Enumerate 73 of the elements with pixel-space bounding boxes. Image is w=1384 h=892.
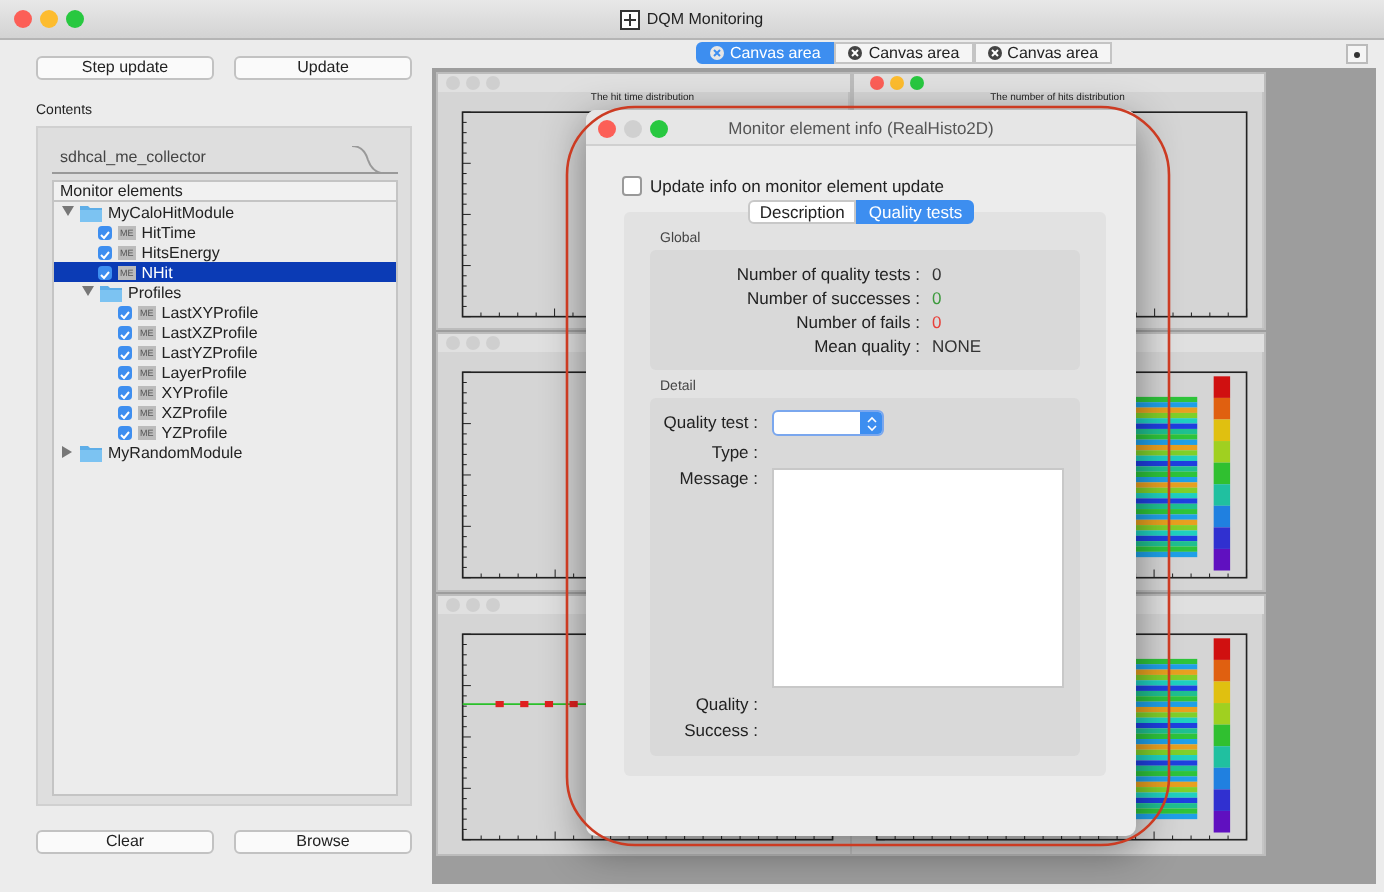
close-button[interactable] [869, 76, 883, 90]
dot-icon [1354, 51, 1360, 57]
tree-item-label: HitTime [141, 223, 197, 243]
checkbox[interactable] [118, 345, 132, 360]
push-button[interactable]: Update [234, 56, 412, 80]
field-label: Success : [682, 720, 758, 741]
segment-tab[interactable]: Description [747, 200, 857, 225]
tree-item-label: YZProfile [161, 423, 228, 443]
tree-item-label: HitsEnergy [141, 243, 220, 263]
folder-icon [80, 443, 102, 462]
field-value: 0 [932, 264, 942, 285]
tree-item-label: NHit [141, 263, 173, 283]
close-button[interactable] [598, 120, 616, 138]
window-title: DQM Monitoring [620, 0, 764, 40]
close-button[interactable] [14, 10, 32, 28]
tree-item-label: LastYZProfile [161, 343, 258, 363]
corner-button[interactable] [1346, 44, 1368, 64]
field-label: Mean quality : [812, 336, 920, 357]
close-icon [987, 46, 1002, 60]
minimize-button[interactable] [889, 76, 903, 90]
tree-item-label: LayerProfile [161, 363, 247, 383]
checkbox[interactable] [118, 325, 132, 340]
field-label: Number of fails : [794, 312, 920, 333]
field-label: Message : [677, 468, 758, 489]
checkbox[interactable] [118, 425, 132, 440]
message-text-area[interactable] [772, 468, 1064, 689]
data-markers [495, 701, 578, 709]
field-label: Quality test : [662, 410, 758, 437]
zoom-button[interactable] [66, 10, 84, 28]
dropdown[interactable] [772, 410, 884, 437]
folder-icon [100, 283, 122, 302]
tree-item-label: MyRandomModule [108, 443, 243, 463]
push-button[interactable]: Step update [36, 56, 214, 80]
tree-item-label: XZProfile [161, 403, 228, 423]
field-label: Type : [709, 442, 758, 463]
minimize-button[interactable] [40, 10, 58, 28]
checkbox[interactable] [118, 405, 132, 420]
checkbox[interactable] [118, 305, 132, 320]
tree-item-label: XYProfile [161, 383, 229, 403]
field-value: NONE [932, 336, 982, 357]
checkbox[interactable] [118, 365, 132, 380]
app-icon [620, 10, 641, 30]
disclosure-triangle-icon[interactable] [82, 286, 94, 299]
checkbox[interactable] [98, 225, 112, 240]
checkbox-label: Update info on monitor element update [650, 176, 944, 197]
disclosure-triangle-icon[interactable] [62, 206, 74, 219]
push-button[interactable]: Browse [234, 830, 412, 855]
column-header[interactable]: Monitor elements [54, 182, 396, 203]
field-label: Number of quality tests : [734, 264, 920, 285]
canvas-tab[interactable]: Canvas area [973, 42, 1113, 64]
dialog-title: Monitor element info (RealHisto2D) [728, 118, 994, 138]
field-value: 0 [932, 288, 942, 309]
close-icon [709, 46, 724, 60]
checkbox[interactable] [622, 176, 642, 197]
checkbox[interactable] [98, 245, 112, 260]
disclosure-triangle-icon[interactable] [62, 446, 74, 459]
close-icon [848, 46, 863, 60]
field-label: Quality : [693, 694, 758, 715]
zoom-button[interactable] [909, 76, 923, 90]
collector-tab[interactable]: sdhcal_me_collector [52, 146, 214, 170]
push-button[interactable]: Clear [36, 830, 214, 855]
folder-icon [80, 203, 102, 222]
stepper-arrows-icon [863, 413, 879, 434]
zoom-button[interactable] [650, 120, 668, 138]
checkbox[interactable] [118, 385, 132, 400]
canvas-tab[interactable]: Canvas area [834, 42, 974, 64]
field-value: 0 [932, 312, 942, 333]
tree-item-label: MyCaloHitModule [108, 203, 235, 223]
tree-item-label: Profiles [128, 283, 182, 303]
field-label: Number of successes : [745, 288, 920, 309]
tree-item-label: LastXZProfile [161, 323, 258, 343]
tree-item-label: LastXYProfile [161, 303, 259, 323]
checkbox[interactable] [98, 265, 112, 280]
